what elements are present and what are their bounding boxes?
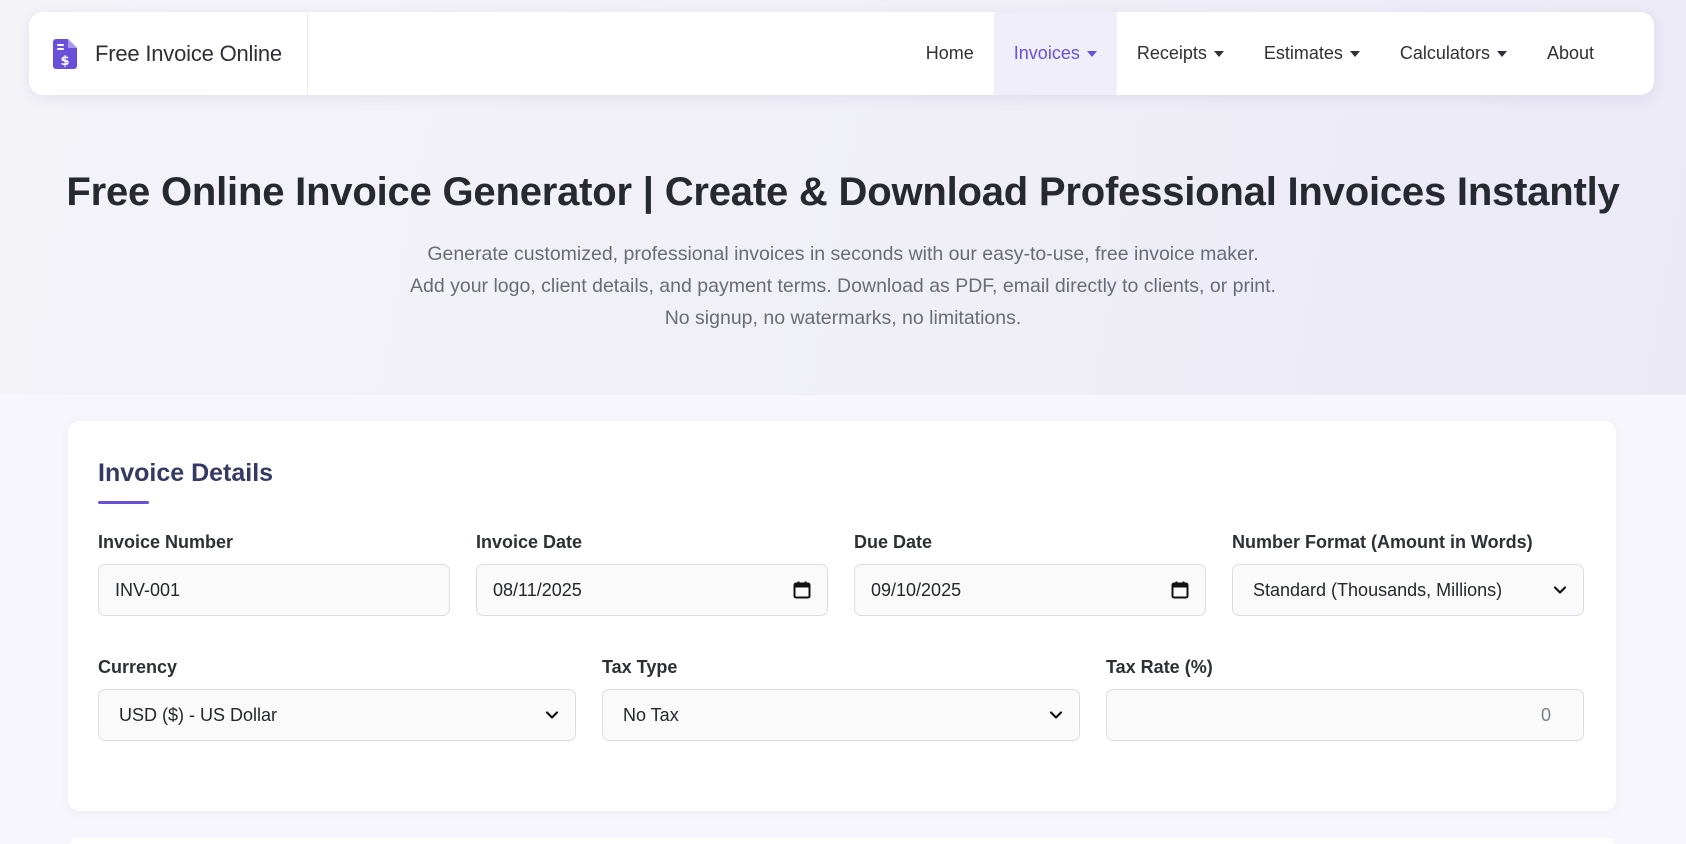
tax-type-value: No Tax bbox=[623, 704, 679, 725]
nav-item-label: Estimates bbox=[1263, 43, 1343, 63]
nav-item-estimates[interactable]: Estimates bbox=[1244, 12, 1380, 95]
nav-item-label: Calculators bbox=[1399, 43, 1490, 63]
nav-menu: Home Invoices Receipts Estimates Calcula… bbox=[906, 12, 1614, 95]
chevron-down-icon bbox=[1049, 708, 1063, 722]
invoice-details-card: Invoice Details Invoice Number INV-001 I… bbox=[68, 421, 1616, 811]
nav-item-calculators[interactable]: Calculators bbox=[1380, 12, 1527, 95]
number-format-label: Number Format (Amount in Words) bbox=[1232, 532, 1533, 552]
number-format-value: Standard (Thousands, Millions) bbox=[1253, 579, 1503, 600]
section-title: Invoice Details bbox=[98, 459, 274, 487]
nav-item-about[interactable]: About bbox=[1527, 12, 1614, 95]
calendar-icon[interactable] bbox=[1171, 581, 1189, 599]
page-subtitle: Generate customized, professional invoic… bbox=[410, 243, 1276, 329]
currency-select[interactable]: USD ($) - US Dollar bbox=[98, 689, 576, 741]
currency-label: Currency bbox=[98, 657, 178, 677]
invoice-number-label: Invoice Number bbox=[98, 532, 234, 552]
due-date-label: Due Date bbox=[854, 532, 933, 552]
caret-down-icon bbox=[1349, 50, 1360, 57]
caret-down-icon bbox=[1496, 50, 1507, 57]
nav-item-invoices[interactable]: Invoices bbox=[993, 12, 1117, 95]
tax-rate-value: 0 bbox=[1540, 704, 1551, 725]
nav-item-label: Invoices bbox=[1013, 43, 1080, 63]
page-title: Free Online Invoice Generator | Create &… bbox=[66, 170, 1620, 214]
top-navbar: $ Free Invoice Online Home Invoices Rece… bbox=[29, 12, 1654, 95]
calendar-icon[interactable] bbox=[793, 581, 811, 599]
currency-group: Currency USD ($) - US Dollar bbox=[98, 657, 576, 741]
nav-item-receipts[interactable]: Receipts bbox=[1117, 12, 1244, 95]
tax-type-label: Tax Type bbox=[602, 657, 678, 677]
tax-rate-group: Tax Rate (%) 0 bbox=[1106, 657, 1584, 741]
invoice-number-value: INV-001 bbox=[115, 579, 181, 600]
invoice-date-label: Invoice Date bbox=[476, 532, 583, 552]
next-card-edge bbox=[68, 838, 1616, 844]
section-title-underline bbox=[98, 501, 149, 504]
nav-item-label: Receipts bbox=[1136, 43, 1207, 63]
number-format-select[interactable]: Standard (Thousands, Millions) bbox=[1232, 564, 1584, 616]
chevron-down-icon bbox=[1553, 583, 1567, 597]
brand-logo-link[interactable]: $ Free Invoice Online bbox=[29, 12, 308, 95]
nav-item-label: Home bbox=[925, 43, 974, 63]
brand-name: Free Invoice Online bbox=[95, 40, 282, 66]
invoice-dollar-icon: $ bbox=[53, 38, 79, 69]
due-date-value: 09/10/2025 bbox=[871, 579, 962, 600]
invoice-date-group: Invoice Date 08/11/2025 bbox=[476, 532, 828, 616]
caret-down-icon bbox=[1213, 50, 1224, 57]
currency-value: USD ($) - US Dollar bbox=[119, 704, 278, 725]
svg-text:$: $ bbox=[60, 54, 69, 69]
number-format-group: Number Format (Amount in Words) Standard… bbox=[1232, 532, 1584, 616]
due-date-input[interactable]: 09/10/2025 bbox=[854, 564, 1206, 616]
nav-item-home[interactable]: Home bbox=[906, 12, 994, 95]
tax-rate-input[interactable]: 0 bbox=[1106, 689, 1584, 741]
tax-type-select[interactable]: No Tax bbox=[602, 689, 1080, 741]
caret-down-icon bbox=[1086, 50, 1097, 57]
invoice-number-group: Invoice Number INV-001 bbox=[98, 532, 450, 616]
due-date-group: Due Date 09/10/2025 bbox=[854, 532, 1206, 616]
tax-rate-label: Tax Rate (%) bbox=[1106, 657, 1213, 677]
chevron-down-icon bbox=[545, 708, 559, 722]
tax-type-group: Tax Type No Tax bbox=[602, 657, 1080, 741]
invoice-date-input[interactable]: 08/11/2025 bbox=[476, 564, 828, 616]
invoice-number-input[interactable]: INV-001 bbox=[98, 564, 450, 616]
invoice-date-value: 08/11/2025 bbox=[493, 579, 582, 600]
nav-item-label: About bbox=[1546, 43, 1594, 63]
